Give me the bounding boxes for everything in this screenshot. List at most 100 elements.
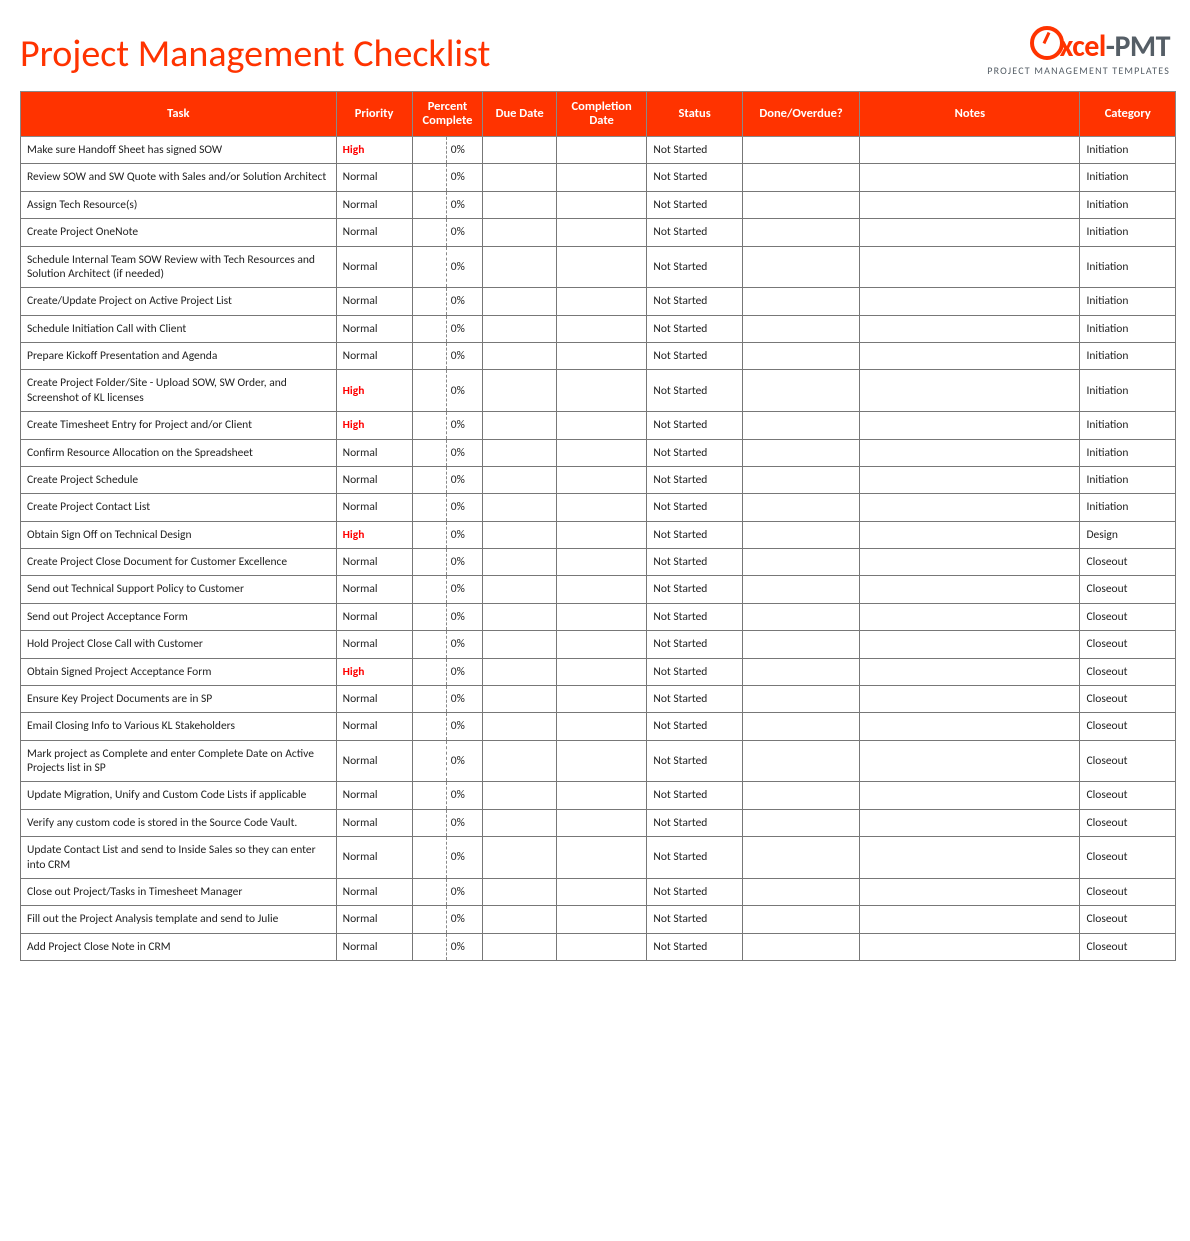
cell-done-overdue[interactable] bbox=[742, 658, 859, 685]
cell-task[interactable]: Hold Project Close Call with Customer bbox=[21, 631, 337, 658]
cell-completion-date[interactable] bbox=[556, 906, 647, 933]
cell-category[interactable]: Closeout bbox=[1080, 809, 1176, 836]
cell-category[interactable]: Closeout bbox=[1080, 906, 1176, 933]
cell-task[interactable]: Prepare Kickoff Presentation and Agenda bbox=[21, 343, 337, 370]
cell-task[interactable]: Make sure Handoff Sheet has signed SOW bbox=[21, 137, 337, 164]
cell-status[interactable]: Not Started bbox=[647, 878, 742, 905]
cell-done-overdue[interactable] bbox=[742, 933, 859, 960]
cell-completion-date[interactable] bbox=[556, 631, 647, 658]
cell-completion-date[interactable] bbox=[556, 782, 647, 809]
cell-category[interactable]: Closeout bbox=[1080, 837, 1176, 879]
cell-notes[interactable] bbox=[860, 315, 1080, 342]
cell-percent-bar[interactable] bbox=[412, 246, 446, 288]
cell-task[interactable]: Assign Tech Resource(s) bbox=[21, 191, 337, 218]
cell-percent-value[interactable]: 0% bbox=[446, 494, 483, 521]
cell-due-date[interactable] bbox=[483, 521, 556, 548]
cell-category[interactable]: Closeout bbox=[1080, 782, 1176, 809]
cell-done-overdue[interactable] bbox=[742, 837, 859, 879]
cell-priority[interactable]: Normal bbox=[336, 782, 412, 809]
cell-done-overdue[interactable] bbox=[742, 782, 859, 809]
cell-task[interactable]: Create/Update Project on Active Project … bbox=[21, 288, 337, 315]
cell-task[interactable]: Schedule Internal Team SOW Review with T… bbox=[21, 246, 337, 288]
cell-category[interactable]: Initiation bbox=[1080, 191, 1176, 218]
cell-percent-bar[interactable] bbox=[412, 370, 446, 412]
cell-category[interactable]: Closeout bbox=[1080, 933, 1176, 960]
cell-percent-value[interactable]: 0% bbox=[446, 549, 483, 576]
cell-priority[interactable]: Normal bbox=[336, 288, 412, 315]
cell-status[interactable]: Not Started bbox=[647, 219, 742, 246]
cell-done-overdue[interactable] bbox=[742, 137, 859, 164]
cell-category[interactable]: Closeout bbox=[1080, 658, 1176, 685]
cell-notes[interactable] bbox=[860, 494, 1080, 521]
cell-done-overdue[interactable] bbox=[742, 809, 859, 836]
cell-due-date[interactable] bbox=[483, 288, 556, 315]
cell-task[interactable]: Close out Project/Tasks in Timesheet Man… bbox=[21, 878, 337, 905]
cell-due-date[interactable] bbox=[483, 315, 556, 342]
cell-completion-date[interactable] bbox=[556, 343, 647, 370]
cell-done-overdue[interactable] bbox=[742, 288, 859, 315]
cell-percent-value[interactable]: 0% bbox=[446, 576, 483, 603]
cell-notes[interactable] bbox=[860, 685, 1080, 712]
cell-completion-date[interactable] bbox=[556, 658, 647, 685]
cell-notes[interactable] bbox=[860, 412, 1080, 439]
cell-priority[interactable]: Normal bbox=[336, 164, 412, 191]
cell-percent-bar[interactable] bbox=[412, 521, 446, 548]
cell-completion-date[interactable] bbox=[556, 494, 647, 521]
cell-category[interactable]: Initiation bbox=[1080, 412, 1176, 439]
cell-due-date[interactable] bbox=[483, 343, 556, 370]
cell-priority[interactable]: Normal bbox=[336, 439, 412, 466]
cell-due-date[interactable] bbox=[483, 809, 556, 836]
cell-notes[interactable] bbox=[860, 137, 1080, 164]
cell-completion-date[interactable] bbox=[556, 713, 647, 740]
cell-notes[interactable] bbox=[860, 906, 1080, 933]
cell-task[interactable]: Create Project OneNote bbox=[21, 219, 337, 246]
cell-priority[interactable]: High bbox=[336, 370, 412, 412]
cell-status[interactable]: Not Started bbox=[647, 521, 742, 548]
cell-status[interactable]: Not Started bbox=[647, 191, 742, 218]
cell-category[interactable]: Closeout bbox=[1080, 740, 1176, 782]
cell-priority[interactable]: Normal bbox=[336, 878, 412, 905]
cell-percent-bar[interactable] bbox=[412, 439, 446, 466]
cell-notes[interactable] bbox=[860, 878, 1080, 905]
cell-percent-bar[interactable] bbox=[412, 878, 446, 905]
cell-completion-date[interactable] bbox=[556, 315, 647, 342]
cell-priority[interactable]: Normal bbox=[336, 343, 412, 370]
cell-percent-value[interactable]: 0% bbox=[446, 878, 483, 905]
cell-percent-value[interactable]: 0% bbox=[446, 906, 483, 933]
cell-percent-value[interactable]: 0% bbox=[446, 658, 483, 685]
cell-notes[interactable] bbox=[860, 782, 1080, 809]
cell-percent-value[interactable]: 0% bbox=[446, 439, 483, 466]
cell-due-date[interactable] bbox=[483, 782, 556, 809]
cell-category[interactable]: Initiation bbox=[1080, 343, 1176, 370]
cell-due-date[interactable] bbox=[483, 549, 556, 576]
cell-completion-date[interactable] bbox=[556, 603, 647, 630]
cell-status[interactable]: Not Started bbox=[647, 288, 742, 315]
cell-status[interactable]: Not Started bbox=[647, 137, 742, 164]
cell-status[interactable]: Not Started bbox=[647, 837, 742, 879]
cell-percent-bar[interactable] bbox=[412, 906, 446, 933]
cell-task[interactable]: Create Timesheet Entry for Project and/o… bbox=[21, 412, 337, 439]
cell-due-date[interactable] bbox=[483, 685, 556, 712]
cell-priority[interactable]: Normal bbox=[336, 809, 412, 836]
cell-percent-value[interactable]: 0% bbox=[446, 219, 483, 246]
cell-category[interactable]: Initiation bbox=[1080, 494, 1176, 521]
cell-percent-value[interactable]: 0% bbox=[446, 685, 483, 712]
cell-percent-value[interactable]: 0% bbox=[446, 315, 483, 342]
cell-percent-bar[interactable] bbox=[412, 576, 446, 603]
cell-due-date[interactable] bbox=[483, 466, 556, 493]
cell-due-date[interactable] bbox=[483, 878, 556, 905]
cell-status[interactable]: Not Started bbox=[647, 740, 742, 782]
cell-priority[interactable]: Normal bbox=[336, 603, 412, 630]
cell-percent-bar[interactable] bbox=[412, 713, 446, 740]
cell-percent-value[interactable]: 0% bbox=[446, 164, 483, 191]
cell-done-overdue[interactable] bbox=[742, 603, 859, 630]
cell-category[interactable]: Initiation bbox=[1080, 164, 1176, 191]
cell-percent-bar[interactable] bbox=[412, 343, 446, 370]
cell-priority[interactable]: Normal bbox=[336, 466, 412, 493]
cell-percent-value[interactable]: 0% bbox=[446, 343, 483, 370]
cell-notes[interactable] bbox=[860, 191, 1080, 218]
cell-task[interactable]: Send out Technical Support Policy to Cus… bbox=[21, 576, 337, 603]
cell-due-date[interactable] bbox=[483, 191, 556, 218]
cell-priority[interactable]: Normal bbox=[336, 933, 412, 960]
cell-percent-value[interactable]: 0% bbox=[446, 740, 483, 782]
